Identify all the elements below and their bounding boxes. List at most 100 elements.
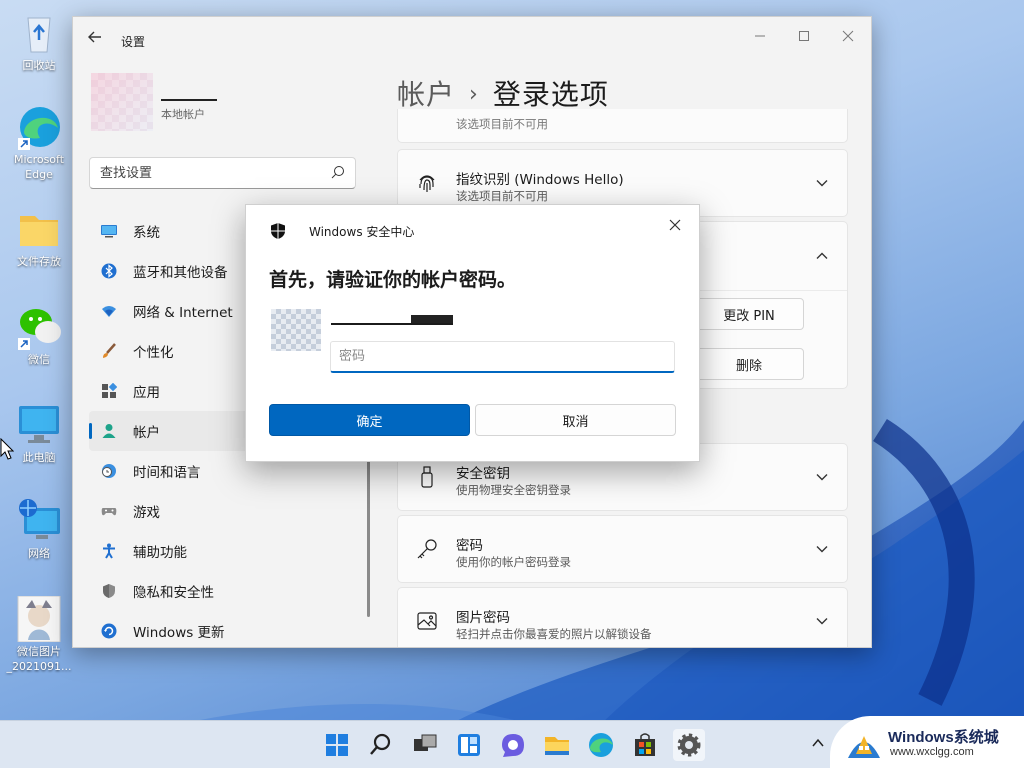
desktop-icon-label: 文件存放 [17,255,61,268]
task-view-icon[interactable] [409,729,441,761]
desktop-icon-image-file[interactable]: 微信图片_2021091... [4,595,74,674]
desktop-icon-network[interactable]: 网络 [4,498,74,561]
sidebar-item-windows-update[interactable]: Windows 更新 [89,611,369,647]
dialog-heading: 首先，请验证你的帐户密码。 [269,269,517,291]
card-subtitle: 该选项目前不可用 [456,117,548,131]
system-icon [101,223,117,239]
card-subtitle: 使用物理安全密钥登录 [456,483,571,497]
avatar [271,309,321,351]
search-box[interactable] [89,157,356,189]
chevron-down-icon[interactable] [815,176,829,190]
usb-key-icon [416,466,438,488]
minimize-icon[interactable] [737,23,783,53]
desktop-icon-label: 微信图片_2021091... [6,645,72,673]
clock-globe-icon [101,463,117,479]
desktop-icon-label: 此电脑 [22,451,56,464]
recycle-bin-icon [16,10,62,56]
watermark-url: www.wxclgg.com [890,746,974,758]
sidebar-item-label: 个性化 [133,345,174,361]
sidebar-item-label: 蓝牙和其他设备 [133,265,228,281]
breadcrumb: 帐户 › 登录选项 [397,73,609,113]
cancel-button[interactable]: 取消 [475,404,676,436]
desktop-icon-recycle-bin[interactable]: 回收站 [4,10,74,73]
sidebar-item-label: 帐户 [133,425,160,441]
card-title: 指纹识别 (Windows Hello) [456,172,624,188]
search-input[interactable] [90,158,310,188]
watermark-logo-icon [848,736,880,758]
desktop-icon-wechat[interactable]: 微信 [4,304,74,367]
card-password[interactable]: 密码 使用你的帐户密码登录 [397,515,848,583]
ok-button[interactable]: 确定 [269,404,470,436]
user-profile: 本地帐户 [91,73,351,133]
password-field[interactable] [330,341,675,373]
breadcrumb-parent[interactable]: 帐户 [397,78,455,111]
close-icon[interactable] [825,23,871,53]
start-button-icon[interactable] [321,729,353,761]
account-icon [101,423,117,439]
desktop-icon-label: 回收站 [22,59,56,72]
card-subtitle: 使用你的帐户密码登录 [456,555,571,569]
card-subtitle: 轻扫并点击你最喜爱的照片以解锁设备 [456,627,652,641]
desktop-icon-folder[interactable]: 文件存放 [4,206,74,269]
security-shield-icon [270,222,286,244]
accessibility-icon [101,543,117,559]
edge-icon[interactable] [585,729,617,761]
sidebar-item-privacy[interactable]: 隐私和安全性 [89,571,369,611]
sidebar-item-accessibility[interactable]: 辅助功能 [89,531,369,571]
sidebar-item-label: Windows 更新 [133,625,225,641]
dialog-title: Windows 安全中心 [309,225,415,239]
change-pin-button[interactable]: 更改 PIN [694,298,804,330]
card-picture-password[interactable]: 图片密码 轻扫并点击你最喜爱的照片以解锁设备 [397,587,848,647]
chevron-up-icon[interactable] [815,249,829,263]
edge-icon [16,104,62,150]
wifi-icon [101,303,117,319]
desktop-icon-edge[interactable]: Microsoft Edge [4,104,74,182]
maximize-icon[interactable] [781,23,827,53]
avatar [91,73,153,131]
fingerprint-icon [416,172,438,194]
chevron-down-icon[interactable] [815,470,829,484]
card-facial-recognition-partial[interactable]: 该选项目前不可用 [397,109,848,143]
profile-account-type: 本地帐户 [161,108,205,121]
desktop-icon-label: 网络 [28,547,50,560]
chevron-up-icon[interactable] [810,735,826,751]
breadcrumb-separator: › [469,82,479,107]
search-icon[interactable] [331,165,345,183]
windows-security-dialog: Windows 安全中心 首先，请验证你的帐户密码。 确定 取消 [245,204,700,462]
back-arrow-icon[interactable] [87,29,107,49]
search-icon[interactable] [365,729,397,761]
network-icon [16,498,62,544]
profile-name-redacted [161,91,217,101]
picture-icon [416,610,438,632]
watermark-title: Windows系统城 [888,729,999,746]
store-icon[interactable] [629,729,661,761]
file-explorer-icon[interactable] [541,729,573,761]
apps-icon [101,382,118,399]
sidebar-item-label: 辅助功能 [133,545,187,561]
card-title: 图片密码 [456,610,510,626]
card-title: 密码 [456,538,483,554]
settings-gear-icon[interactable] [673,729,705,761]
page-title: 登录选项 [492,78,609,111]
update-icon [101,623,117,639]
desktop-icon-label: 微信 [28,353,50,366]
folder-icon [16,206,62,252]
bluetooth-icon [101,263,117,279]
shield-icon [101,583,117,599]
chat-icon[interactable] [497,729,529,761]
sidebar-item-label: 网络 & Internet [133,305,233,321]
site-watermark: Windows系统城 www.wxclgg.com [830,716,1024,768]
card-subtitle: 该选项目前不可用 [456,189,548,203]
widgets-icon[interactable] [453,729,485,761]
sidebar-item-label: 游戏 [133,505,160,521]
delete-pin-button[interactable]: 删除 [694,348,804,380]
desktop-icon-this-pc[interactable]: 此电脑 [4,402,74,465]
close-icon[interactable] [663,214,687,238]
chevron-down-icon[interactable] [815,542,829,556]
card-title: 安全密钥 [456,466,510,482]
sidebar-item-label: 系统 [133,225,160,241]
sidebar-item-label: 应用 [133,385,160,401]
gamepad-icon [101,503,117,519]
sidebar-item-gaming[interactable]: 游戏 [89,491,369,531]
chevron-down-icon[interactable] [815,614,829,628]
